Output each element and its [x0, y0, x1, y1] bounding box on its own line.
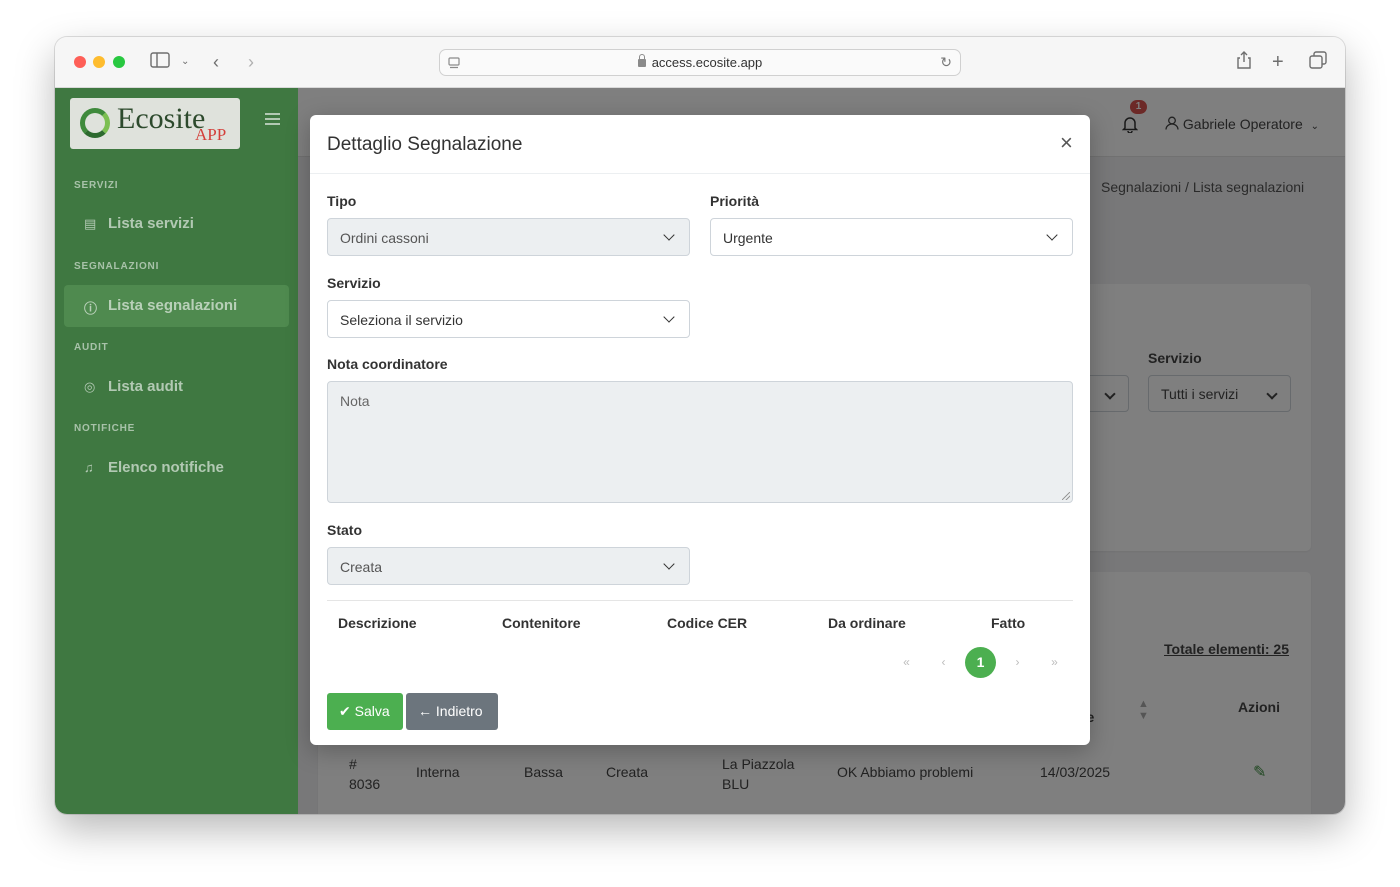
- table-header-contenitore: Contenitore: [502, 615, 581, 631]
- nota-textarea[interactable]: Nota: [327, 381, 1073, 503]
- stato-value: Creata: [340, 559, 383, 575]
- pagination-last[interactable]: »: [1039, 647, 1070, 678]
- url-field[interactable]: access.ecosite.app: [440, 54, 960, 70]
- back-label: Indietro: [435, 703, 483, 719]
- close-window-button[interactable]: [74, 56, 86, 68]
- nota-placeholder: Nota: [340, 393, 370, 409]
- tipo-select[interactable]: Ordini cassoni: [327, 218, 690, 256]
- tab-overview-icon[interactable]: [1309, 51, 1327, 74]
- chevron-down-icon[interactable]: ⌄: [181, 51, 189, 73]
- servizio-select[interactable]: Seleziona il servizio: [327, 300, 690, 338]
- reload-icon[interactable]: ↻: [940, 54, 952, 71]
- nota-label: Nota coordinatore: [327, 356, 448, 372]
- resize-handle-icon[interactable]: [1062, 492, 1070, 500]
- pagination-current-page[interactable]: 1: [965, 647, 996, 678]
- new-tab-icon[interactable]: +: [1272, 51, 1284, 73]
- table-header-da-ordinare: Da ordinare: [828, 615, 906, 631]
- maximize-window-button[interactable]: [113, 56, 125, 68]
- share-icon[interactable]: [1236, 51, 1252, 74]
- tipo-label: Tipo: [327, 193, 357, 209]
- check-icon: ✔: [339, 703, 351, 719]
- close-icon[interactable]: ×: [1060, 131, 1073, 155]
- back-button[interactable]: ← Indietro: [406, 693, 498, 730]
- table-header-fatto: Fatto: [991, 615, 1026, 631]
- servizio-value: Seleziona il servizio: [340, 312, 463, 328]
- pagination-prev[interactable]: ‹: [928, 647, 959, 678]
- chevron-down-icon: [1046, 229, 1058, 241]
- tipo-value: Ordini cassoni: [340, 230, 429, 246]
- sidebar-toggle-icon[interactable]: [150, 51, 170, 73]
- chevron-down-icon: [663, 558, 675, 570]
- priorita-label: Priorità: [710, 193, 760, 209]
- priorita-select[interactable]: Urgente: [710, 218, 1073, 256]
- chevron-down-icon: [663, 311, 675, 323]
- browser-toolbar: ⌄ ‹ › access.ecosite.app ↻ +: [55, 37, 1345, 88]
- url-text: access.ecosite.app: [651, 55, 763, 70]
- table-header-descrizione: Descrizione: [338, 615, 417, 631]
- back-icon[interactable]: ‹: [213, 51, 219, 73]
- lock-icon: [637, 54, 646, 67]
- pagination-next[interactable]: ›: [1002, 647, 1033, 678]
- arrow-left-icon: ←: [418, 703, 432, 719]
- table-header-codice-cer: Codice CER: [667, 615, 748, 631]
- segnalazione-detail-modal: Dettaglio Segnalazione × Tipo Ordini cas…: [310, 115, 1090, 745]
- save-button[interactable]: ✔ Salva: [327, 693, 403, 730]
- save-label: Salva: [354, 703, 390, 719]
- modal-header: Dettaglio Segnalazione ×: [310, 115, 1090, 174]
- sidebar-backdrop: [55, 88, 298, 814]
- modal-title: Dettaglio Segnalazione: [327, 134, 523, 155]
- chevron-down-icon: [663, 229, 675, 241]
- servizio-label: Servizio: [327, 275, 381, 291]
- pagination-first[interactable]: «: [891, 647, 922, 678]
- stato-select[interactable]: Creata: [327, 547, 690, 585]
- minimize-window-button[interactable]: [93, 56, 105, 68]
- priorita-value: Urgente: [723, 230, 773, 246]
- stato-label: Stato: [327, 522, 362, 538]
- table-divider: [327, 600, 1073, 601]
- address-bar[interactable]: access.ecosite.app ↻: [439, 49, 961, 76]
- forward-icon[interactable]: ›: [248, 51, 254, 73]
